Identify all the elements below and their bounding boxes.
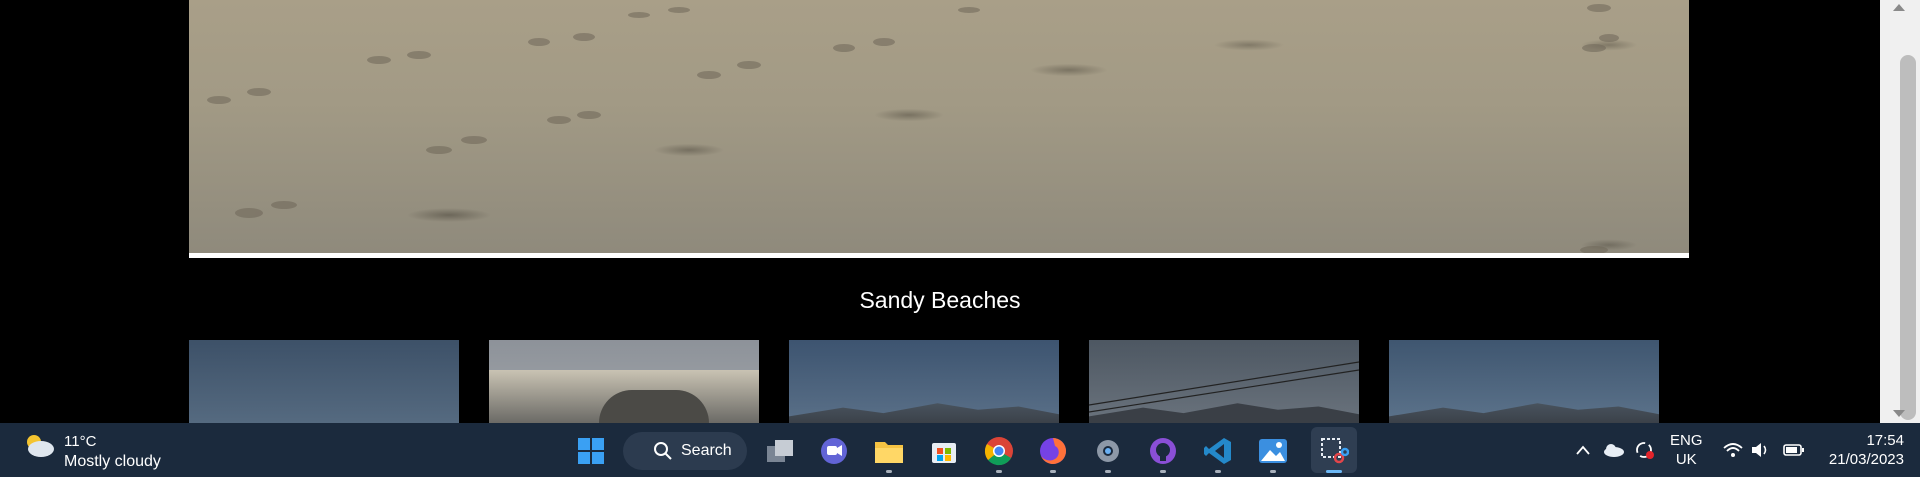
lang-line1: ENG: [1670, 432, 1703, 449]
clock-date: 21/03/2023: [1828, 451, 1904, 468]
search-button[interactable]: Search: [623, 432, 747, 470]
weather-desc: Mostly cloudy: [64, 453, 161, 470]
section-title: Sandy Beaches: [859, 287, 1021, 313]
footprints-overlay: [207, 4, 1619, 253]
sync-icon[interactable]: [1633, 423, 1655, 477]
chrome-icon[interactable]: [980, 432, 1018, 470]
mountain-powerlines-thumbnail[interactable]: [1089, 340, 1359, 423]
search-icon: [654, 442, 672, 460]
weather-widget[interactable]: [22, 432, 56, 458]
photos-icon[interactable]: [1254, 432, 1292, 470]
weather-temp: 11°C: [64, 433, 97, 450]
taskbar: 11°C Mostly cloudy Search ENG UK 17:54 2…: [0, 423, 1920, 477]
task-view-icon[interactable]: [761, 432, 799, 470]
village-bridge-thumbnail[interactable]: [489, 340, 759, 423]
mountain-thumbnail[interactable]: [789, 340, 1059, 423]
coast-mountain-thumbnail[interactable]: [1389, 340, 1659, 423]
show-hidden-icons[interactable]: [1575, 423, 1591, 477]
web-page: Sandy Beaches: [0, 0, 1880, 423]
firefox-icon[interactable]: [1034, 432, 1072, 470]
clock[interactable]: 17:54 21/03/2023: [1820, 431, 1904, 469]
settings-icon[interactable]: [1089, 432, 1127, 470]
github-icon[interactable]: [1144, 432, 1182, 470]
chat-icon[interactable]: [815, 432, 853, 470]
hero-image[interactable]: [189, 0, 1689, 258]
cloudy-weather-icon: [22, 432, 56, 458]
lang-line2: UK: [1675, 451, 1697, 468]
volume-icon[interactable]: [1751, 423, 1771, 477]
scroll-down-icon[interactable]: [1893, 410, 1905, 417]
onedrive-icon[interactable]: [1603, 423, 1625, 477]
vscode-icon[interactable]: [1199, 432, 1237, 470]
scrollbar-thumb[interactable]: [1900, 55, 1916, 420]
scroll-up-icon[interactable]: [1893, 4, 1905, 11]
store-icon[interactable]: [925, 432, 963, 470]
wifi-icon[interactable]: [1723, 423, 1743, 477]
snipping-tool-icon[interactable]: [1315, 432, 1353, 470]
search-label: Search: [681, 442, 732, 459]
file-explorer-icon[interactable]: [870, 432, 908, 470]
beach-sky-thumbnail[interactable]: [189, 340, 459, 423]
clock-time: 17:54: [1866, 432, 1904, 449]
language-indicator[interactable]: ENG UK: [1670, 431, 1703, 469]
battery-icon[interactable]: [1783, 423, 1805, 477]
start-icon[interactable]: [572, 432, 610, 470]
